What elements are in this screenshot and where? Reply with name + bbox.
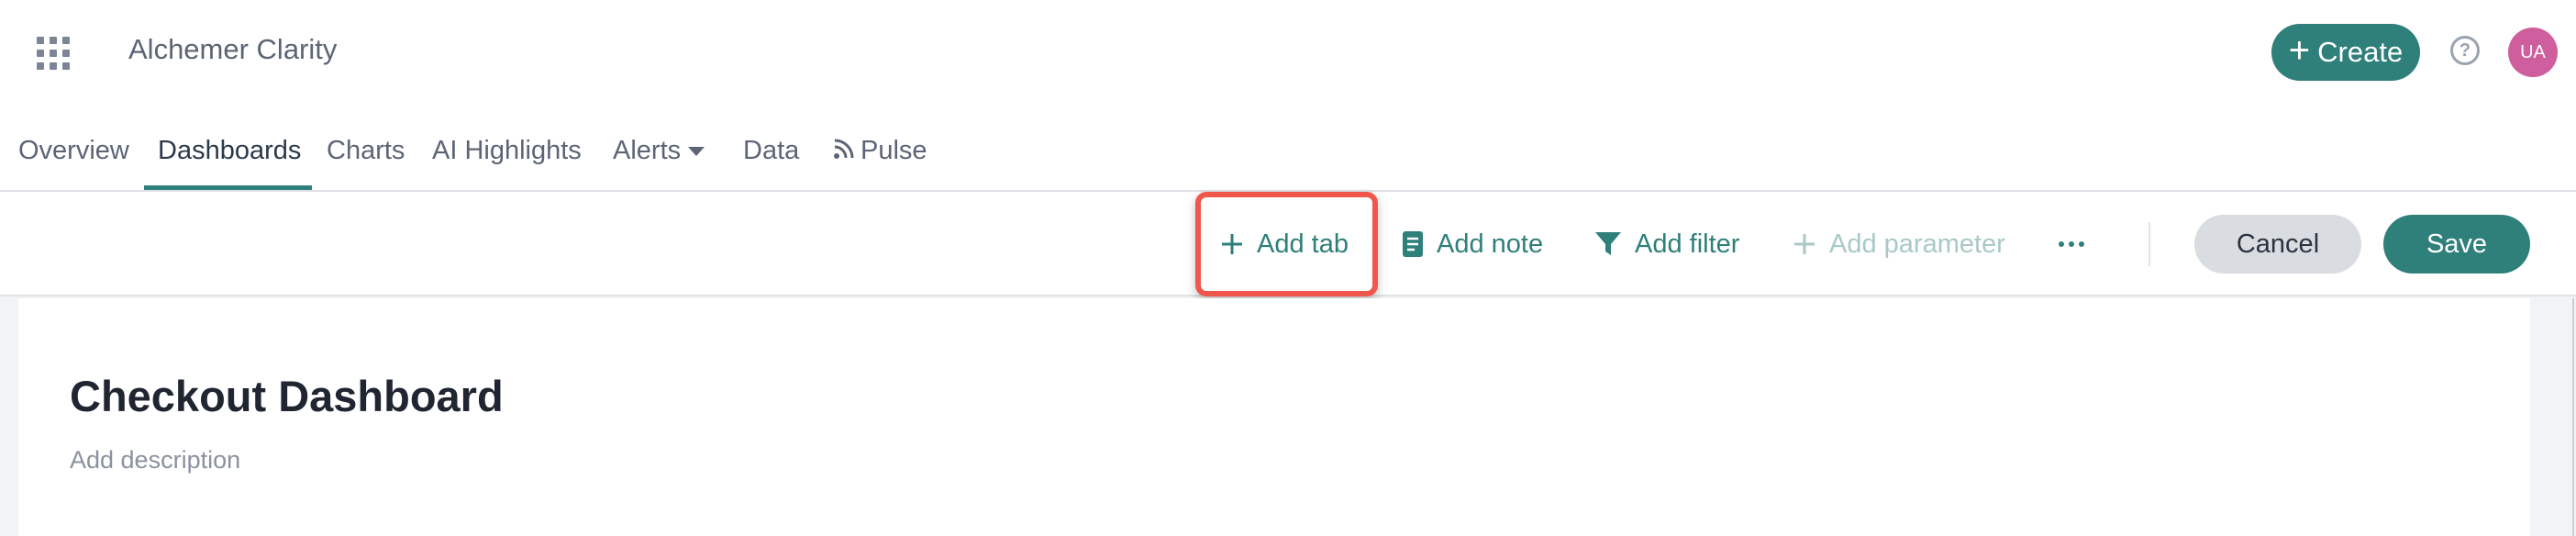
add-note-label: Add note [1437, 229, 1544, 259]
tab-dashboards[interactable]: Dashboards [158, 136, 301, 166]
add-parameter-label: Add parameter [1829, 229, 2005, 259]
apps-grid-icon[interactable] [37, 37, 70, 70]
save-button[interactable]: Save [2383, 215, 2530, 274]
main-nav: Overview Dashboards Charts AI Highlights… [0, 105, 2576, 192]
rss-icon [834, 139, 854, 160]
help-icon[interactable]: ? [2450, 36, 2480, 65]
tab-alerts[interactable]: Alerts [613, 136, 705, 166]
tab-ai-highlights[interactable]: AI Highlights [432, 136, 582, 166]
avatar[interactable]: UA [2508, 28, 2558, 77]
add-filter-button[interactable]: Add filter [1594, 225, 1739, 263]
dashboard-description-input[interactable]: Add description [70, 446, 240, 475]
add-tab-highlight [1195, 192, 1378, 296]
cancel-button[interactable]: Cancel [2194, 215, 2361, 274]
canvas-scroll-edge [2572, 298, 2574, 536]
add-parameter-button[interactable]: Add parameter [1793, 225, 2005, 263]
app-title: Alchemer Clarity [128, 33, 338, 65]
plus-icon: + [2288, 30, 2311, 71]
dashboard-title[interactable]: Checkout Dashboard [70, 371, 504, 421]
toolbar-divider [2149, 222, 2150, 266]
add-filter-label: Add filter [1635, 229, 1740, 259]
add-note-button[interactable]: Add note [1402, 225, 1543, 263]
chevron-down-icon [688, 147, 705, 157]
tab-pulse-label: Pulse [861, 136, 927, 165]
tab-overview[interactable]: Overview [18, 136, 129, 166]
tab-charts[interactable]: Charts [327, 136, 405, 166]
top-header: Alchemer Clarity + Create ? UA [0, 0, 2576, 105]
tab-data[interactable]: Data [743, 136, 799, 166]
create-button[interactable]: + Create [2271, 24, 2420, 81]
filter-icon [1595, 232, 1621, 255]
more-icon[interactable] [2059, 241, 2084, 247]
create-button-label: Create [2317, 36, 2404, 68]
active-tab-indicator [144, 185, 312, 190]
tab-alerts-label: Alerts [613, 136, 682, 165]
tab-pulse[interactable]: Pulse [831, 136, 927, 166]
plus-icon [1794, 234, 1815, 254]
note-icon [1403, 231, 1423, 257]
